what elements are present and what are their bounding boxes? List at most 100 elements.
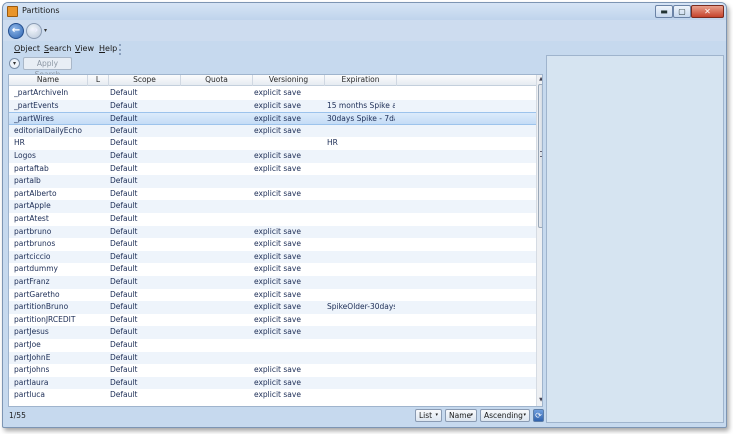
name-cell: partAlberto	[14, 188, 57, 198]
list-pane: Object Search View Help ▾ Apply Search N…	[7, 41, 544, 425]
sort-order-select[interactable]: Ascending ▾	[480, 409, 530, 422]
table-row[interactable]: partciccio Default explicit save	[9, 250, 536, 264]
menu-bar: Object Search View Help	[7, 41, 543, 56]
versioning-cell: explicit save	[254, 239, 301, 249]
versioning-cell: explicit save	[254, 277, 301, 286]
scope-cell: Default	[110, 264, 138, 274]
menu-help[interactable]: Help	[99, 44, 117, 53]
minimize-button[interactable]: ▬	[655, 5, 673, 18]
scope-cell: Default	[110, 163, 138, 173]
column-header-l[interactable]: L	[88, 75, 109, 86]
versioning-cell: explicit save	[254, 163, 301, 173]
scope-cell: Default	[110, 188, 138, 198]
sort-order-value: Ascending	[484, 411, 523, 420]
menu-object[interactable]: Object	[14, 44, 40, 53]
column-header-versioning[interactable]: Versioning	[253, 75, 325, 86]
grid-rows: _partArchiveIn Default explicit save _partE…	[9, 87, 536, 406]
chevron-down-icon: ▾	[523, 412, 526, 418]
forward-button[interactable]: →	[26, 23, 42, 39]
sort-field-select[interactable]: Name ▾	[445, 409, 477, 422]
table-row[interactable]: _partArchiveIn Default explicit save	[9, 87, 536, 100]
scope-cell: Default	[110, 125, 138, 135]
scrollbar-thumb[interactable]	[538, 84, 542, 228]
column-header-expiration[interactable]: Expiration	[325, 75, 397, 86]
name-cell: partAtest	[14, 214, 49, 223]
scroll-down-icon[interactable]: ▼	[538, 397, 542, 403]
expiration-cell: SpikeOlder-30days-f	[327, 302, 395, 312]
name-cell: partApple	[14, 201, 51, 211]
table-row[interactable]: partitionJRCEDIT Default explicit save	[9, 314, 536, 327]
maximize-button[interactable]: ▢	[673, 5, 691, 18]
expand-search-icon[interactable]: ▾	[9, 58, 20, 69]
scope-cell: Default	[110, 251, 138, 261]
name-cell: _partArchiveIn	[14, 88, 69, 97]
table-row[interactable]: partjohns Default explicit save	[9, 364, 536, 377]
toolbar-grip[interactable]	[119, 44, 125, 55]
table-row[interactable]: partJesus Default explicit save	[9, 326, 536, 339]
column-header-scope[interactable]: Scope	[109, 75, 181, 86]
scope-cell: Default	[110, 302, 138, 312]
scope-cell: Default	[110, 214, 138, 223]
scope-cell: Default	[110, 176, 138, 186]
arrow-left-icon: ←	[11, 25, 21, 36]
back-button[interactable]: ←	[8, 23, 24, 39]
name-cell: partbrunos	[14, 239, 56, 249]
table-row[interactable]: partApple Default	[9, 200, 536, 213]
versioning-cell: explicit save	[254, 314, 301, 324]
menu-view[interactable]: View	[75, 44, 94, 53]
expiration-cell: HR	[327, 138, 338, 148]
history-dropdown-icon[interactable]: ▾	[44, 27, 47, 34]
name-cell: Logos	[14, 151, 36, 160]
table-row[interactable]: partbrunos Default explicit save	[9, 238, 536, 251]
name-cell: partjohns	[14, 365, 50, 375]
menu-search[interactable]: Search	[44, 44, 71, 53]
apply-search-button[interactable]: Apply Search	[23, 57, 72, 79]
search-bar: ▾ Apply Search	[7, 56, 543, 79]
table-row[interactable]: partbruno Default explicit save	[9, 225, 536, 239]
table-row[interactable]: partJohnE Default	[9, 351, 536, 365]
table-row[interactable]: partalb Default	[9, 175, 536, 188]
refresh-button[interactable]: ⟳	[533, 409, 544, 422]
scope-cell: Default	[110, 327, 138, 337]
name-cell: partciccio	[14, 251, 51, 261]
column-header-quota[interactable]: Quota	[181, 75, 253, 86]
vertical-scrollbar[interactable]: ▲ ▼	[536, 75, 542, 406]
partitions-window: Partitions ▬ ▢ ✕ ← → ▾ Object Search Vie…	[2, 2, 727, 428]
scope-cell: Default	[110, 365, 138, 375]
table-row[interactable]: partJoe Default	[9, 339, 536, 352]
table-row[interactable]: partaftab Default explicit save	[9, 163, 536, 176]
table-row[interactable]: partluca Default explicit save	[9, 389, 536, 402]
window-title: Partitions	[22, 6, 60, 15]
scope-cell: Default	[110, 340, 138, 349]
column-header-name[interactable]: Name	[9, 75, 88, 86]
name-cell: partlaura	[14, 377, 49, 387]
close-button[interactable]: ✕	[691, 5, 724, 18]
scope-cell: Default	[110, 201, 138, 211]
versioning-cell: explicit save	[254, 188, 301, 198]
table-row[interactable]: partitionBruno Default explicit save SpikeO…	[9, 301, 536, 314]
name-cell: partluca	[14, 390, 45, 400]
table-row[interactable]: HR Default HR	[9, 137, 536, 150]
scope-cell: Default	[110, 226, 138, 236]
title-bar[interactable]: Partitions ▬ ▢ ✕	[3, 3, 726, 20]
scroll-up-icon[interactable]: ▲	[538, 76, 542, 82]
navigation-bar: ← → ▾	[3, 20, 726, 41]
table-row[interactable]: _partWires Default explicit save 30days Spi…	[9, 112, 536, 125]
table-row[interactable]: partAtest Default	[9, 213, 536, 226]
table-row[interactable]: Logos Default explicit save	[9, 150, 536, 163]
table-row[interactable]: partlaura Default explicit save	[9, 376, 536, 390]
table-row[interactable]: editorialDailyEcho Default explicit save	[9, 124, 536, 138]
versioning-cell: explicit save	[254, 302, 301, 312]
table-row[interactable]: partdummy Default explicit save	[9, 263, 536, 276]
name-cell: partGaretho	[14, 289, 60, 299]
versioning-cell: explicit save	[254, 88, 301, 97]
name-cell: partbruno	[14, 226, 52, 236]
table-row[interactable]: partGaretho Default explicit save	[9, 289, 536, 302]
table-row[interactable]: partFranz Default explicit save	[9, 276, 536, 289]
table-row[interactable]: partAlberto Default explicit save	[9, 188, 536, 201]
arrow-right-icon: →	[29, 25, 39, 36]
item-count: 1/55	[9, 411, 26, 420]
view-mode-select[interactable]: List ▾	[415, 409, 442, 422]
scope-cell: Default	[110, 151, 138, 160]
table-row[interactable]: _partEvents Default explicit save 15 months…	[9, 99, 536, 113]
